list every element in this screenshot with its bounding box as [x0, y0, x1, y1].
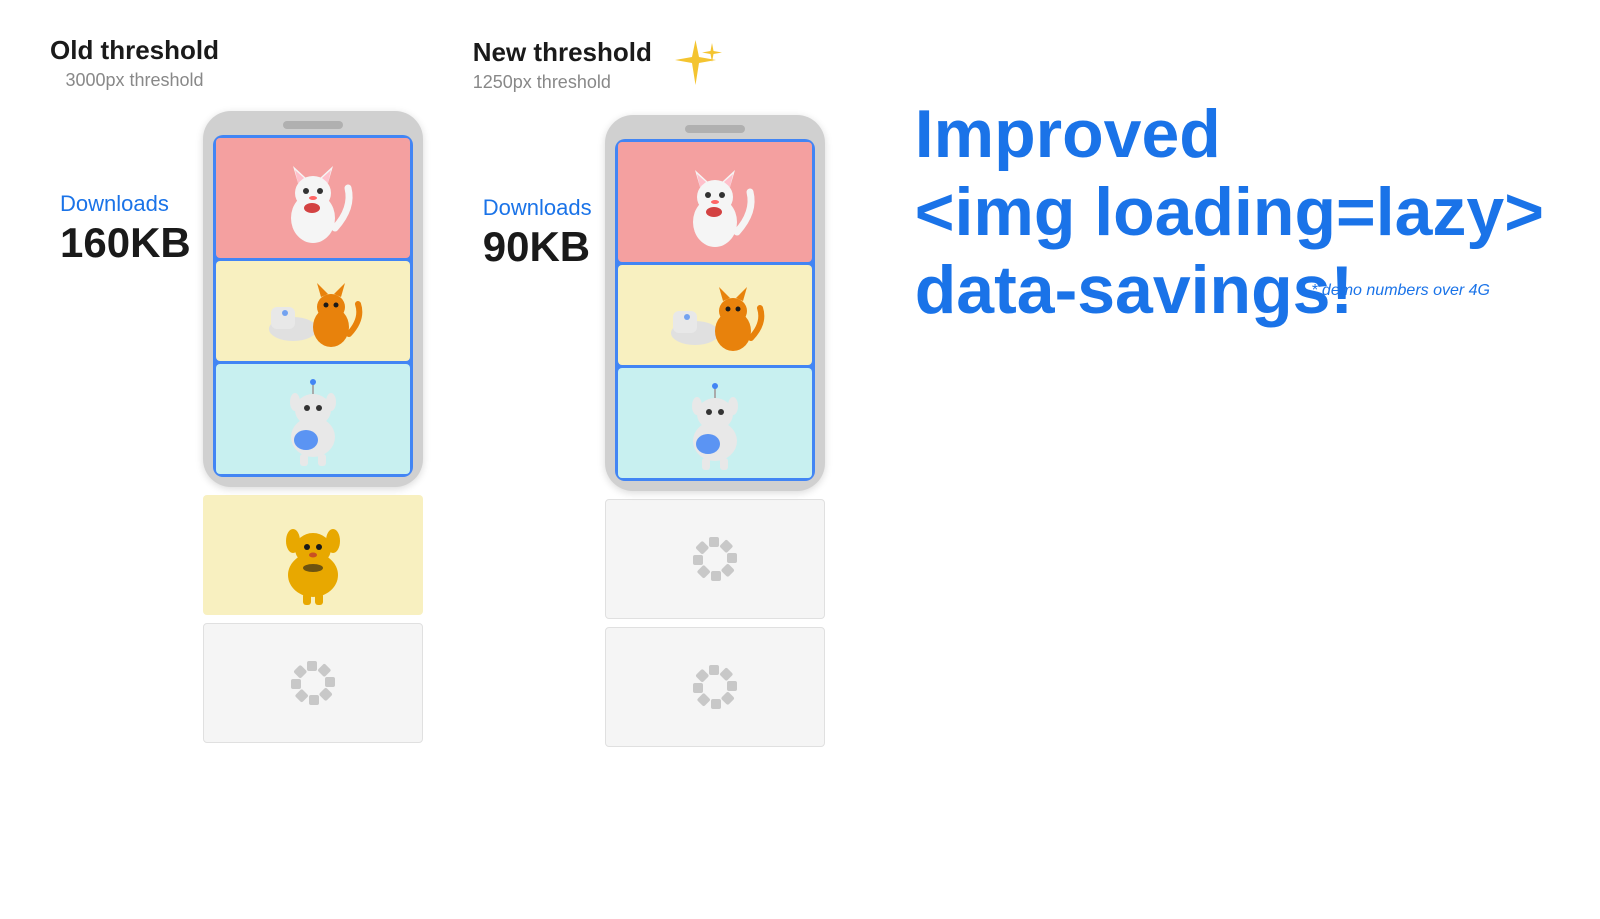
old-image-loading [203, 623, 423, 743]
new-image-dog-cyan [618, 368, 812, 478]
headline-line2: <img loading=lazy> [915, 174, 1544, 250]
new-image-cat-yellow [618, 265, 812, 365]
new-phone-screen [615, 139, 815, 481]
new-cat-white-illustration [670, 152, 760, 252]
loading-spinner-new-2 [685, 657, 745, 717]
new-downloads-label: Downloads [483, 195, 593, 221]
new-phone-notch [685, 125, 745, 133]
new-image-cat-red [618, 142, 812, 262]
new-downloads-size: 90KB [483, 223, 593, 271]
old-downloads-size: 160KB [60, 219, 191, 267]
old-downloads-label: Downloads [60, 191, 191, 217]
headline-line3: data-savings! [915, 252, 1353, 328]
old-image-dog-yellow [203, 495, 423, 615]
new-image-loading-1 [605, 499, 825, 619]
new-orange-cat-shoe [665, 273, 765, 358]
main-layout: Old threshold 3000px threshold Downloads… [0, 0, 1600, 919]
old-threshold-title: Old threshold [50, 35, 219, 66]
headline-line1: Improved [915, 96, 1221, 172]
old-phone-wrapper [203, 111, 423, 743]
phone-notch [283, 121, 343, 129]
new-phone-wrapper [605, 115, 825, 747]
new-image-loading-2 [605, 627, 825, 747]
old-downloads-section: Downloads 160KB [60, 191, 191, 267]
old-image-cat-yellow [216, 261, 410, 361]
loading-spinner-old [283, 653, 343, 713]
new-threshold-header-wrap: New threshold 1250px threshold [473, 35, 723, 95]
old-threshold-subtitle: 3000px threshold [50, 70, 219, 91]
orange-cat-shoe-illustration [263, 269, 363, 354]
old-image-dog-cyan [216, 364, 410, 474]
sparkle-star-icon [668, 35, 723, 90]
loading-spinner-new-1 [685, 529, 745, 589]
new-phone-mockup [605, 115, 825, 491]
yellow-dog-illustration [263, 505, 363, 605]
old-image-cat-red [216, 138, 410, 258]
cat-white-illustration [268, 148, 358, 248]
sparkle-icon [668, 35, 723, 95]
new-threshold-subtitle: 1250px threshold [473, 72, 652, 93]
robot-dog-illustration [268, 372, 358, 467]
new-robot-dog [670, 376, 760, 471]
new-downloads-section: Downloads 90KB [483, 195, 593, 271]
old-phone-mockup [203, 111, 423, 487]
old-threshold-column: Old threshold 3000px threshold Downloads… [50, 35, 423, 743]
demo-note: * demo numbers over 4G [1311, 282, 1490, 300]
right-text-section: Improved <img loading=lazy> data-savings… [855, 35, 1550, 330]
new-threshold-title: New threshold [473, 37, 652, 68]
old-phone-screen [213, 135, 413, 477]
old-threshold-header: Old threshold 3000px threshold [50, 35, 219, 91]
new-threshold-column: New threshold 1250px threshold Downloads… [473, 35, 825, 747]
